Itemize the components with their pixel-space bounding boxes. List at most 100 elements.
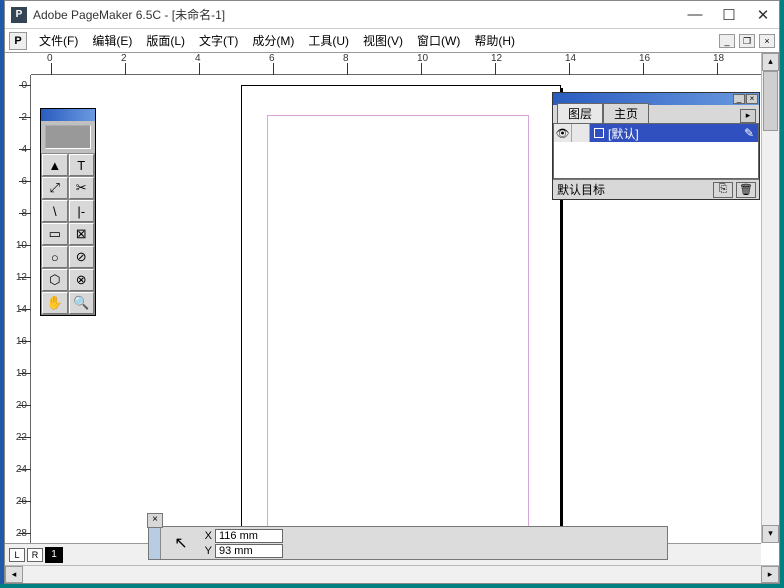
toolbox-title-bar[interactable]	[41, 109, 95, 121]
vruler-label: 0	[7, 80, 27, 91]
rotate-tool[interactable]: ⤢	[42, 177, 68, 199]
scroll-up-button[interactable]: ▴	[762, 53, 779, 71]
vruler-label: 24	[7, 464, 27, 475]
margin-guides	[267, 115, 529, 545]
page-1-icon[interactable]: 1	[45, 547, 63, 563]
vruler-label: 4	[7, 144, 27, 155]
menu-utilities[interactable]: 工具(U)	[304, 30, 353, 51]
vruler-label: 16	[7, 336, 27, 347]
x-value-field[interactable]: 116 mm	[215, 529, 283, 543]
horizontal-scrollbar[interactable]: ◂ ▸	[5, 565, 779, 583]
minimize-button[interactable]: —	[685, 6, 705, 24]
x-label: X	[201, 530, 215, 542]
y-label: Y	[201, 545, 215, 557]
hruler-label: 4	[195, 53, 201, 64]
zoom-tool[interactable]: 🔍	[69, 292, 95, 314]
palette-close-button[interactable]: ×	[746, 94, 758, 104]
hruler-label: 2	[121, 53, 127, 64]
menu-element[interactable]: 成分(M)	[248, 30, 298, 51]
hruler-label: 8	[343, 53, 349, 64]
system-menu-icon[interactable]: P	[9, 32, 27, 50]
hruler-label: 16	[639, 53, 650, 64]
vruler-label: 18	[7, 368, 27, 379]
mdi-close-button[interactable]: ×	[759, 34, 775, 48]
vertical-scrollbar[interactable]: ▴ ▾	[761, 53, 779, 543]
app-icon: P	[11, 7, 27, 23]
vertical-ruler[interactable]: 024681012141618202224262830	[5, 75, 31, 543]
hruler-label: 12	[491, 53, 502, 64]
menu-help[interactable]: 帮助(H)	[470, 30, 519, 51]
menu-view[interactable]: 视图(V)	[359, 30, 407, 51]
scroll-left-button[interactable]: ◂	[5, 566, 23, 583]
master-page-r-icon[interactable]: R	[27, 548, 43, 562]
y-value-field[interactable]: 93 mm	[215, 544, 283, 558]
layers-list: 👁 [默认] ✎	[553, 123, 759, 179]
polygon-tool[interactable]: ⬡	[42, 269, 68, 291]
tool-grid: ▲T⤢✂\|-▭⊠○⊘⬡⊗✋🔍	[41, 153, 95, 315]
toolbox-palette[interactable]: ▲T⤢✂\|-▭⊠○⊘⬡⊗✋🔍	[40, 108, 96, 316]
pointer-tool[interactable]: ▲	[42, 154, 68, 176]
vruler-label: 28	[7, 528, 27, 539]
polygon-frame-tool[interactable]: ⊗	[69, 269, 95, 291]
delete-layer-button[interactable]: 🗑	[736, 182, 756, 198]
vruler-label: 12	[7, 272, 27, 283]
lock-toggle-icon[interactable]	[572, 124, 590, 142]
maximize-button[interactable]: ☐	[719, 6, 739, 24]
target-layer-label: 默认目标	[553, 181, 713, 198]
hruler-label: 0	[47, 53, 53, 64]
vruler-label: 6	[7, 176, 27, 187]
hruler-label: 14	[565, 53, 576, 64]
mdi-restore-button[interactable]: ❐	[739, 34, 755, 48]
menu-file[interactable]: 文件(F)	[35, 30, 82, 51]
menu-layout[interactable]: 版面(L)	[142, 30, 189, 51]
menu-window[interactable]: 窗口(W)	[413, 30, 464, 51]
toolbox-preview	[45, 125, 91, 149]
menu-edit[interactable]: 编辑(E)	[88, 30, 136, 51]
layer-row[interactable]: 👁 [默认] ✎	[554, 124, 758, 142]
vruler-label: 20	[7, 400, 27, 411]
text-tool[interactable]: T	[69, 154, 95, 176]
crop-tool[interactable]: ✂	[69, 177, 95, 199]
menu-bar: P 文件(F) 编辑(E) 版面(L) 文字(T) 成分(M) 工具(U) 视图…	[5, 29, 779, 53]
horizontal-ruler[interactable]: 0 2 4 6 8 10 12 14 16 18	[31, 53, 761, 75]
rectangle-frame-tool[interactable]: ⊠	[69, 223, 95, 245]
scroll-down-button[interactable]: ▾	[762, 525, 779, 543]
rectangle-tool[interactable]: ▭	[42, 223, 68, 245]
app-window: P Adobe PageMaker 6.5C - [未命名-1] — ☐ ✕ P…	[4, 0, 780, 584]
control-palette-handle[interactable]	[149, 527, 161, 559]
new-layer-button[interactable]: ⎘	[713, 182, 733, 198]
vruler-label: 10	[7, 240, 27, 251]
ellipse-frame-tool[interactable]: ⊘	[69, 246, 95, 268]
close-button[interactable]: ✕	[753, 6, 773, 24]
mdi-minimize-button[interactable]: _	[719, 34, 735, 48]
vruler-label: 22	[7, 432, 27, 443]
hruler-label: 10	[417, 53, 428, 64]
title-bar[interactable]: P Adobe PageMaker 6.5C - [未命名-1] — ☐ ✕	[5, 1, 779, 29]
ellipse-tool[interactable]: ○	[42, 246, 68, 268]
hruler-label: 18	[713, 53, 724, 64]
visibility-toggle-icon[interactable]: 👁	[554, 124, 572, 142]
layer-name: [默认]	[608, 125, 639, 142]
layer-color-swatch	[594, 128, 604, 138]
pencil-icon: ✎	[744, 126, 754, 140]
vruler-label: 8	[7, 208, 27, 219]
master-page-l-icon[interactable]: L	[9, 548, 25, 562]
tab-master-pages[interactable]: 主页	[603, 103, 649, 123]
hand-tool[interactable]: ✋	[42, 292, 68, 314]
window-title: Adobe PageMaker 6.5C - [未命名-1]	[33, 6, 225, 23]
palette-menu-button[interactable]: ▸	[740, 109, 756, 123]
vruler-label: 26	[7, 496, 27, 507]
cursor-icon: ↖	[161, 527, 201, 559]
menu-type[interactable]: 文字(T)	[195, 30, 242, 51]
tab-layers[interactable]: 图层	[557, 103, 603, 123]
vruler-label: 14	[7, 304, 27, 315]
scroll-right-button[interactable]: ▸	[761, 566, 779, 583]
palette-minimize-button[interactable]: _	[733, 94, 745, 104]
layers-palette[interactable]: _ × 图层 主页 ▸ 👁 [默认] ✎ 默认目标 ⎘ 🗑	[552, 92, 760, 200]
line-tool[interactable]: \	[42, 200, 68, 222]
hruler-label: 6	[269, 53, 275, 64]
vruler-label: 2	[7, 112, 27, 123]
control-palette[interactable]: ↖ X 116 mm Y 93 mm	[148, 526, 668, 560]
vertical-scroll-thumb[interactable]	[763, 71, 778, 131]
constrained-line-tool[interactable]: |-	[69, 200, 95, 222]
